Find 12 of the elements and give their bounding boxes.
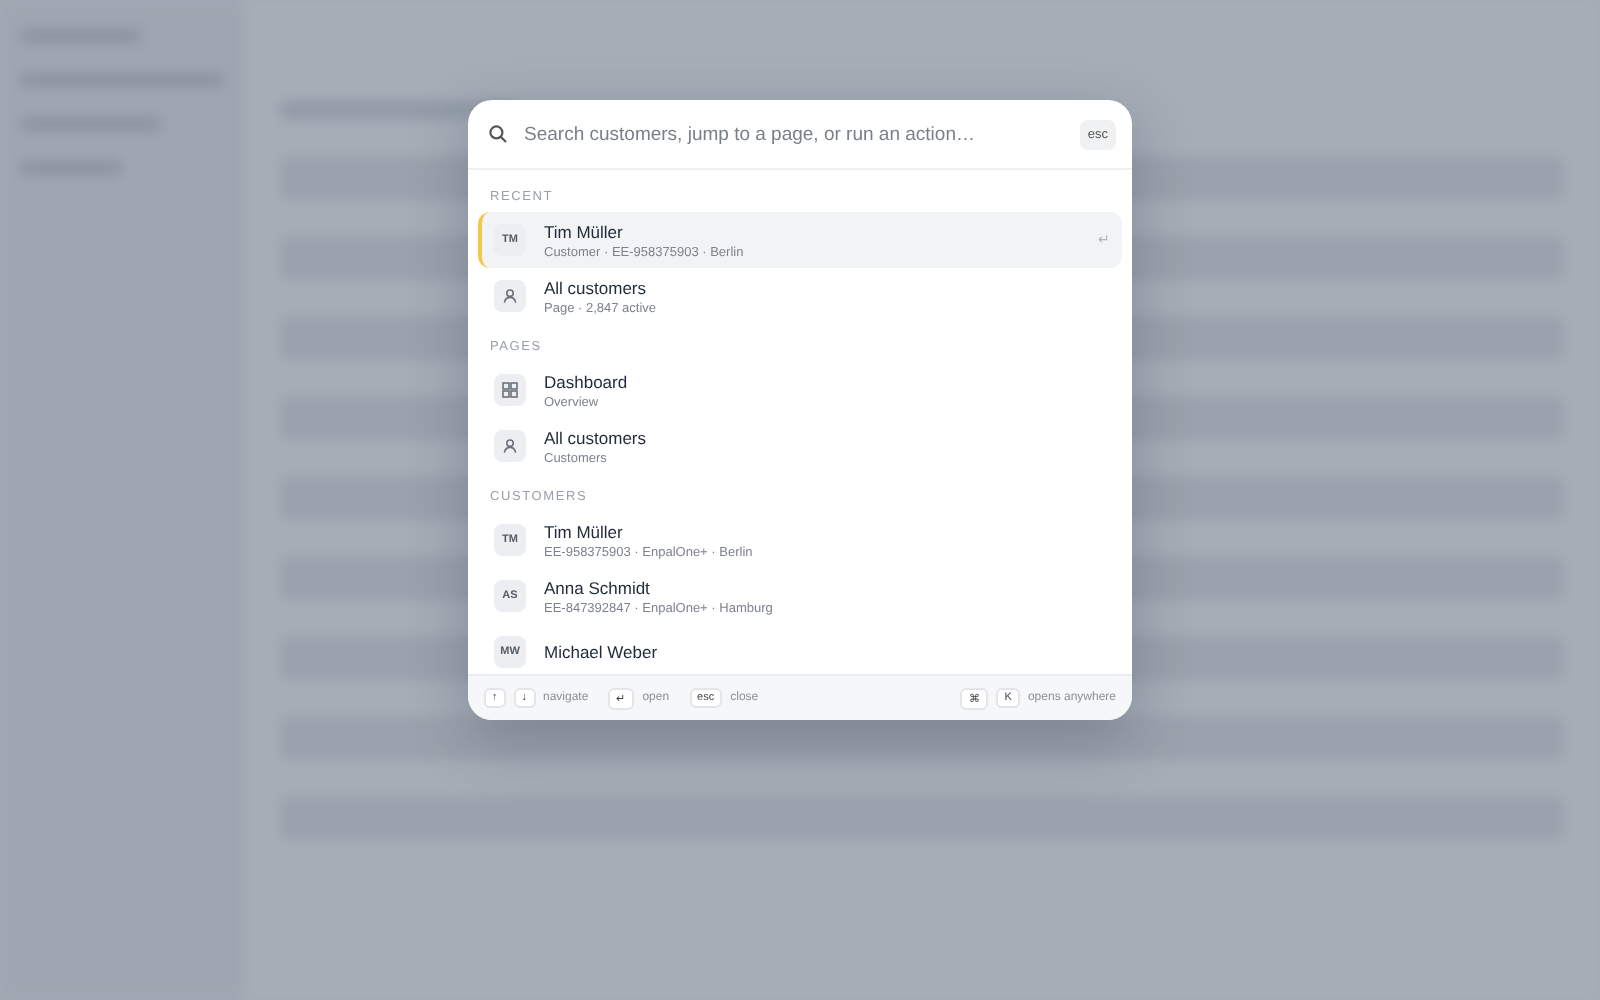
search-field[interactable]: Search customers, jump to a page, or run an action… <box>524 123 1064 145</box>
result-title: Michael Weber <box>544 642 660 662</box>
result-title: Tim Müller <box>544 521 625 541</box>
result-title: All customers <box>544 427 649 447</box>
search-icon <box>488 124 508 144</box>
person-icon <box>502 288 518 304</box>
result-title: Tim Müller <box>544 221 625 241</box>
person-icon <box>502 438 518 454</box>
result-title: Anna Schmidt <box>544 577 652 597</box>
result-title: Dashboard <box>544 371 630 391</box>
grid-icon <box>502 382 518 398</box>
result-title: All customers <box>544 277 649 297</box>
